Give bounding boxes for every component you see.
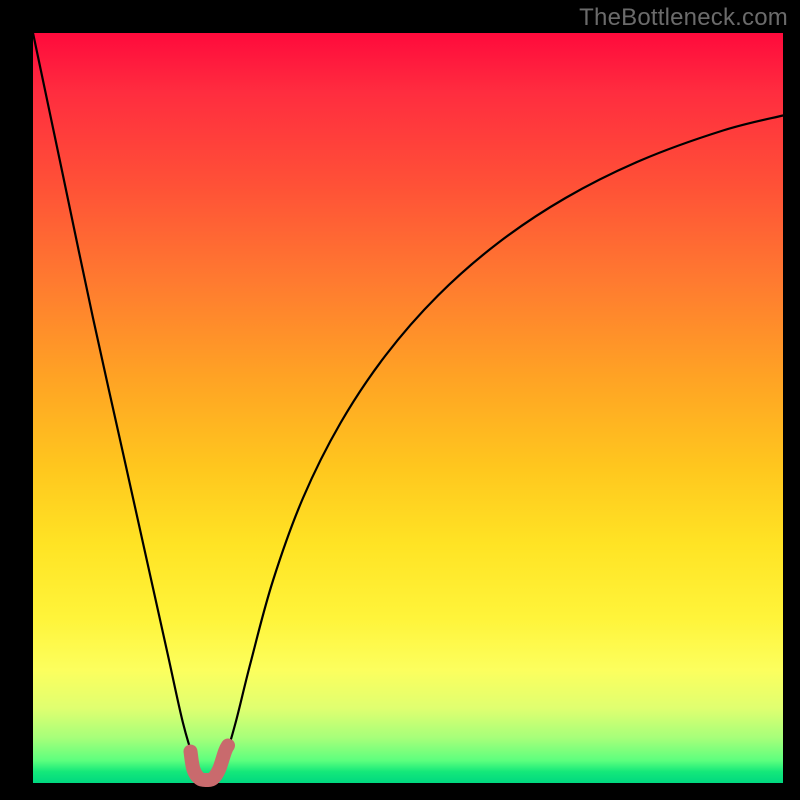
plot-area xyxy=(33,33,783,783)
bottleneck-curve xyxy=(33,33,783,779)
watermark: TheBottleneck.com xyxy=(579,4,788,32)
marker-band xyxy=(191,746,229,781)
chart-frame: TheBottleneck.com xyxy=(0,0,800,800)
curve-layer xyxy=(33,33,783,783)
